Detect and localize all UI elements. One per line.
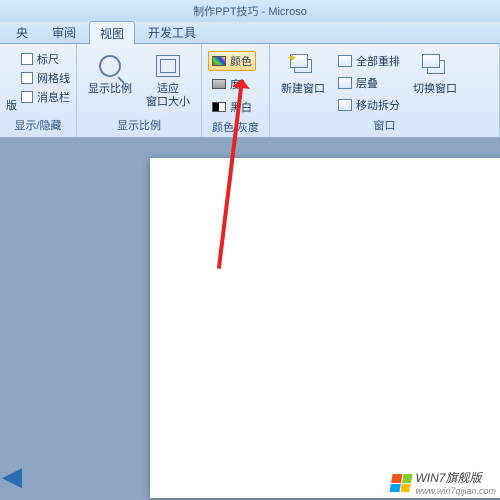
tab-view[interactable]: 视图: [89, 21, 135, 44]
cascade-icon: [338, 77, 352, 89]
tab-review[interactable]: 审阅: [41, 20, 87, 43]
magnifier-icon: [95, 52, 125, 80]
window-title: 制作PPT技巧 - Microso: [193, 3, 307, 19]
chk-messagebar[interactable]: 消息栏: [21, 89, 70, 105]
nav-prev-arrow[interactable]: ◀: [2, 461, 22, 492]
btn-new-window[interactable]: ✦ 新建窗口: [276, 48, 330, 100]
group-window: ✦ 新建窗口 全部重排 层叠 移动拆分 切换窗口 窗口: [270, 44, 500, 137]
ribbon: 版 标尺 网格线 消息栏 显示/隐藏 显示比例 适应 窗口大小 显示比例 颜色 …: [0, 44, 500, 138]
checkbox-icon: [21, 91, 33, 103]
group-color-grayscale: 颜色 度 黑白 颜色/灰度: [202, 44, 270, 137]
btn-switch-window[interactable]: 切换窗口: [408, 48, 462, 100]
chk-gridlines[interactable]: 网格线: [21, 70, 70, 86]
tab-partial-1[interactable]: 央: [5, 20, 39, 43]
windows-logo-icon: [390, 474, 413, 492]
fit-window-icon: [153, 52, 183, 80]
watermark: WIN7旗舰版 www.win7qijian.com: [391, 469, 496, 496]
chk-ruler[interactable]: 标尺: [21, 51, 70, 67]
btn-zoom[interactable]: 显示比例: [83, 48, 137, 100]
move-split-icon: [338, 99, 352, 111]
title-bar: 制作PPT技巧 - Microso: [0, 0, 500, 22]
group-label: 窗口: [276, 115, 493, 133]
arrange-icon: [338, 55, 352, 67]
watermark-text: WIN7旗舰版: [415, 469, 496, 486]
btn-cascade[interactable]: 层叠: [334, 73, 404, 93]
tab-developer[interactable]: 开发工具: [137, 20, 207, 43]
slide-canvas[interactable]: [150, 158, 500, 498]
color-swatch-icon: [212, 56, 226, 66]
checkbox-icon: [21, 72, 33, 84]
btn-black-white[interactable]: 黑白: [208, 97, 256, 117]
gray-swatch-icon: [212, 79, 226, 89]
bw-swatch-icon: [212, 102, 226, 112]
btn-grayscale[interactable]: 度: [208, 74, 245, 94]
group-zoom: 显示比例 适应 窗口大小 显示比例: [77, 44, 202, 137]
switch-window-icon: [420, 52, 450, 80]
group-label: 显示/隐藏: [6, 115, 70, 133]
ribbon-tabs: 央 审阅 视图 开发工具: [0, 22, 500, 44]
btn-move-split[interactable]: 移动拆分: [334, 95, 404, 115]
partial-button-label[interactable]: 版: [6, 100, 17, 115]
group-show-hide: 版 标尺 网格线 消息栏 显示/隐藏: [0, 44, 77, 137]
btn-fit-window[interactable]: 适应 窗口大小: [141, 48, 195, 112]
slide-workspace: [0, 138, 500, 500]
btn-color[interactable]: 颜色: [208, 51, 256, 71]
checkbox-icon: [21, 53, 33, 65]
group-label: 显示比例: [83, 115, 195, 133]
new-window-icon: ✦: [288, 52, 318, 80]
btn-arrange-all[interactable]: 全部重排: [334, 51, 404, 71]
group-label: 颜色/灰度: [208, 117, 263, 135]
watermark-url: www.win7qijian.com: [415, 486, 496, 496]
showhide-checklist: 标尺 网格线 消息栏: [21, 48, 70, 105]
